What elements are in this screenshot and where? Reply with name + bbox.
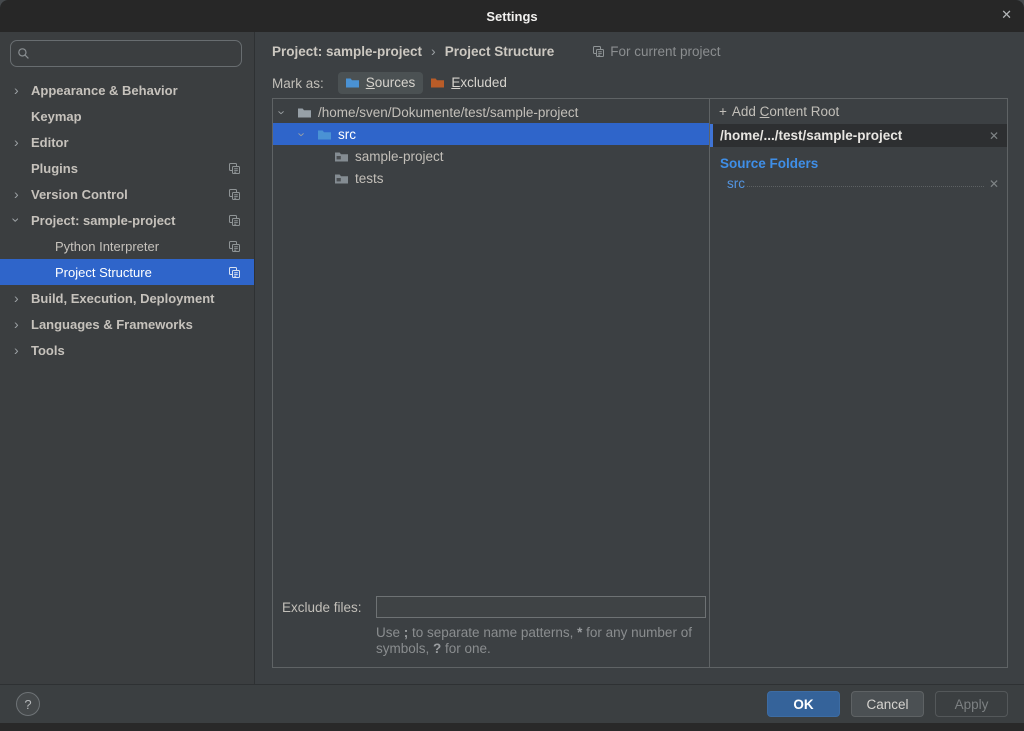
apply-button[interactable]: Apply xyxy=(935,691,1008,717)
folder-icon xyxy=(334,172,349,185)
help-button[interactable]: ? xyxy=(16,692,40,716)
per-project-settings-icon xyxy=(228,188,241,201)
mark-as-sources-button[interactable]: Sources xyxy=(338,72,424,94)
directory-tree-panel: /home/sven/Dokumente/test/sample-project… xyxy=(273,99,710,667)
per-project-settings-icon xyxy=(228,240,241,253)
sidebar-item-editor[interactable]: Editor xyxy=(0,129,254,155)
excluded-folder-icon xyxy=(430,76,445,89)
plus-icon: + xyxy=(719,104,727,119)
sidebar-item-project-structure[interactable]: Project Structure xyxy=(0,259,254,285)
chevron-right-icon xyxy=(14,82,31,98)
chevron-right-icon xyxy=(14,134,31,150)
tree-row-tests[interactable]: tests xyxy=(273,167,709,189)
mark-as-toolbar: Mark as: Sources Excluded xyxy=(272,70,1024,96)
structure-panels: /home/sven/Dokumente/test/sample-project… xyxy=(272,98,1008,668)
per-project-settings-icon xyxy=(228,214,241,227)
settings-sidebar: Appearance & Behavior Keymap Editor Plug… xyxy=(0,32,255,684)
tree-row-src[interactable]: src xyxy=(273,123,709,145)
sidebar-item-python-interpreter[interactable]: Python Interpreter xyxy=(0,233,254,259)
breadcrumb-separator-icon: › xyxy=(431,43,436,59)
search-icon xyxy=(17,47,30,60)
sources-folder-icon xyxy=(345,76,360,89)
exclude-files-label: Exclude files: xyxy=(282,600,376,615)
chevron-right-icon xyxy=(14,186,31,202)
scope-label: For current project xyxy=(610,44,720,59)
sidebar-item-tools[interactable]: Tools xyxy=(0,337,254,363)
window-bottom-edge xyxy=(0,723,1024,731)
dialog-footer: ? OK Cancel Apply xyxy=(0,684,1024,723)
folder-icon xyxy=(297,106,312,119)
close-icon[interactable]: ✕ xyxy=(1001,7,1012,23)
source-folder-item[interactable]: src ✕ xyxy=(710,171,1007,191)
cancel-button[interactable]: Cancel xyxy=(851,691,924,717)
mark-as-excluded-button[interactable]: Excluded xyxy=(423,72,515,94)
sidebar-item-plugins[interactable]: Plugins xyxy=(0,155,254,181)
chevron-down-icon xyxy=(300,127,317,142)
scope-indicator: For current project xyxy=(592,44,720,59)
dialog-title: Settings xyxy=(486,9,537,24)
sidebar-item-languages-frameworks[interactable]: Languages & Frameworks xyxy=(0,311,254,337)
source-folder-name: src xyxy=(727,176,745,191)
chevron-down-icon xyxy=(280,105,297,120)
breadcrumb: Project: sample-project › Project Struct… xyxy=(255,32,1024,59)
question-mark-icon: ? xyxy=(24,697,31,712)
search-input[interactable] xyxy=(35,46,235,61)
title-bar: Settings ✕ xyxy=(0,0,1024,32)
content-roots-panel: + Add Content Root /home/.../test/sample… xyxy=(710,99,1007,667)
ok-button[interactable]: OK xyxy=(767,691,840,717)
source-folders-title: Source Folders xyxy=(710,147,1007,171)
breadcrumb-page: Project Structure xyxy=(445,44,555,59)
dotted-leader xyxy=(747,186,984,187)
mark-as-label: Mark as: xyxy=(272,76,324,91)
chevron-down-icon xyxy=(14,212,31,228)
settings-search-box[interactable] xyxy=(10,40,242,67)
exclude-files-section: Exclude files: Use ; to separate name pa… xyxy=(273,596,709,667)
breadcrumb-project: Project: sample-project xyxy=(272,44,422,59)
content-root-item[interactable]: /home/.../test/sample-project ✕ xyxy=(710,124,1007,147)
chevron-right-icon xyxy=(14,290,31,306)
per-project-settings-icon xyxy=(228,266,241,279)
content-root-path: /home/.../test/sample-project xyxy=(720,128,989,143)
per-project-settings-icon xyxy=(228,162,241,175)
sidebar-item-appearance-behavior[interactable]: Appearance & Behavior xyxy=(0,77,254,103)
remove-content-root-icon[interactable]: ✕ xyxy=(989,129,999,143)
directory-tree: /home/sven/Dokumente/test/sample-project… xyxy=(273,99,709,189)
remove-source-folder-icon[interactable]: ✕ xyxy=(989,177,999,191)
settings-content: Project: sample-project › Project Struct… xyxy=(255,32,1024,684)
sidebar-item-keymap[interactable]: Keymap xyxy=(0,103,254,129)
chevron-right-icon xyxy=(14,316,31,332)
exclude-files-input[interactable] xyxy=(376,596,706,618)
tree-row-content-root[interactable]: /home/sven/Dokumente/test/sample-project xyxy=(273,101,709,123)
per-project-settings-icon xyxy=(592,45,605,58)
chevron-right-icon xyxy=(14,342,31,358)
exclude-files-help: Use ; to separate name patterns, * for a… xyxy=(376,625,721,657)
add-content-root-button[interactable]: + Add Content Root xyxy=(710,99,1007,124)
folder-icon xyxy=(334,150,349,163)
sidebar-item-version-control[interactable]: Version Control xyxy=(0,181,254,207)
settings-dialog: Settings ✕ Appearance & Behavior Keymap xyxy=(0,0,1024,731)
sidebar-item-project-sample-project[interactable]: Project: sample-project xyxy=(0,207,254,233)
tree-row-sample-project[interactable]: sample-project xyxy=(273,145,709,167)
source-folder-icon xyxy=(317,128,332,141)
sidebar-item-build-execution-deployment[interactable]: Build, Execution, Deployment xyxy=(0,285,254,311)
